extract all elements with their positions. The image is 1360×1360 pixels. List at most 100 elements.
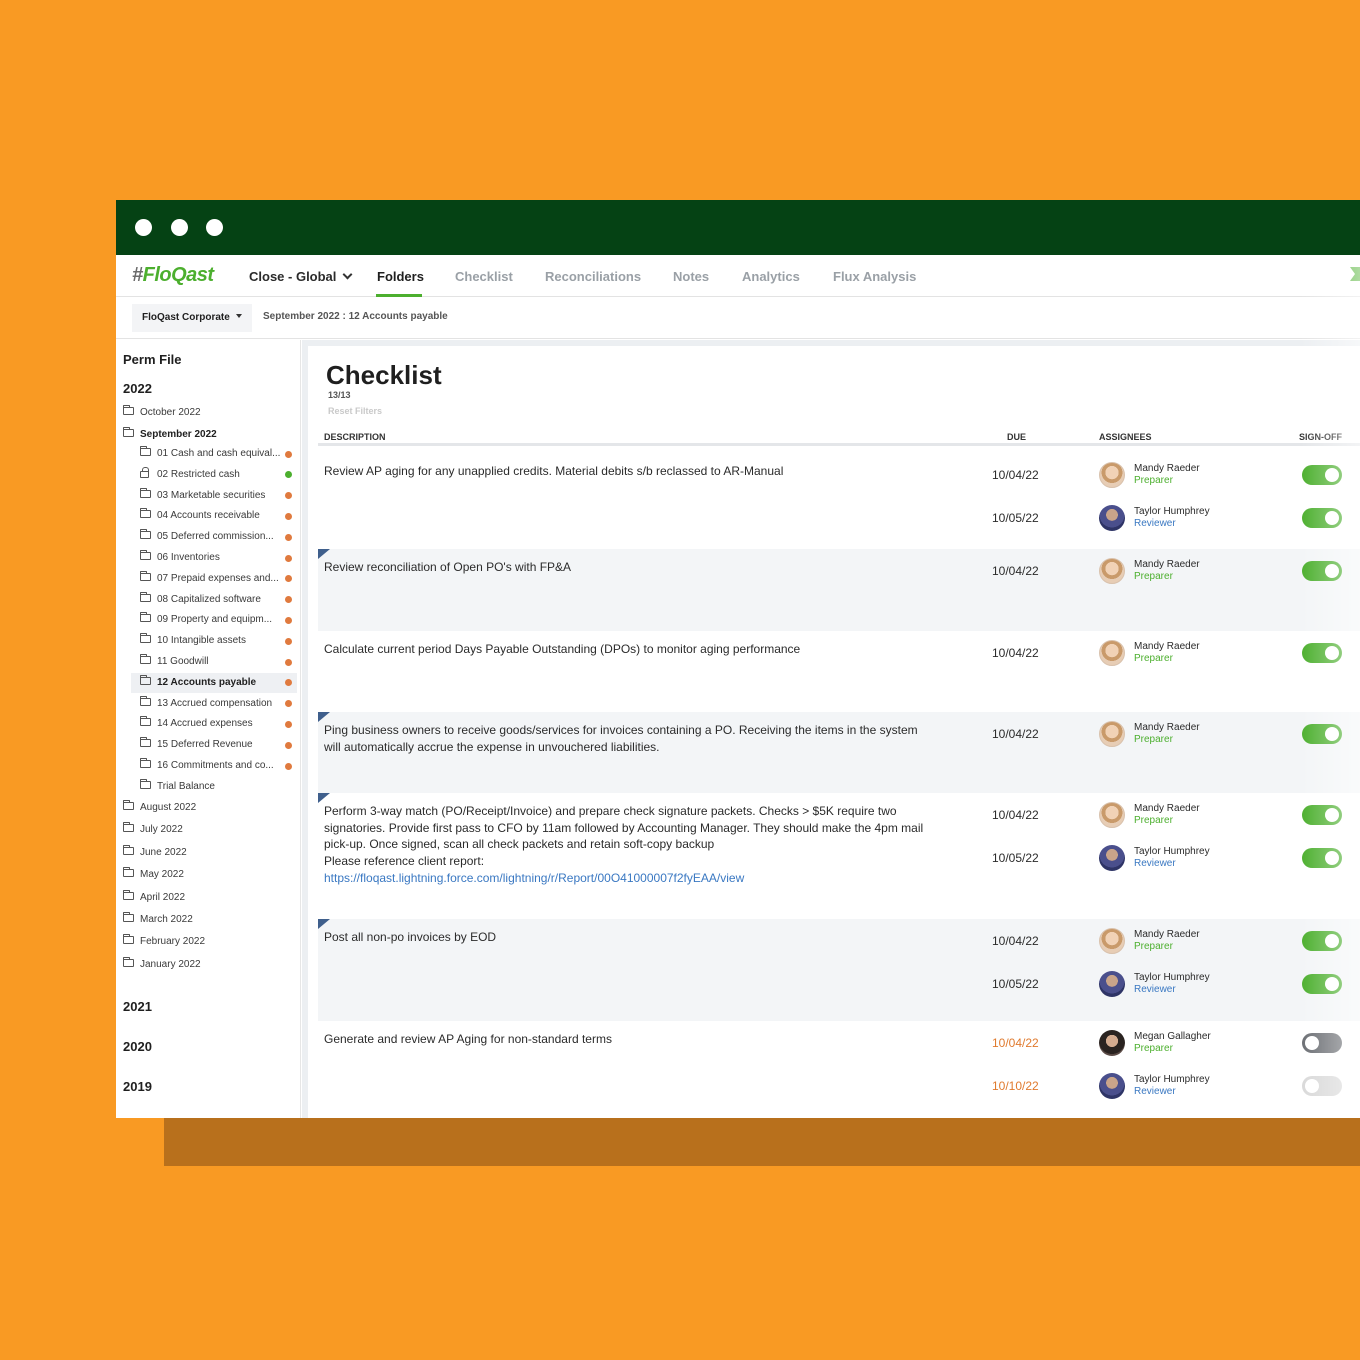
toggle-knob <box>1305 1036 1319 1050</box>
folder-open-icon <box>123 427 134 437</box>
sidebar-folder-item[interactable]: 12 Accounts payable <box>140 674 256 691</box>
year-heading[interactable]: 2019 <box>123 1079 152 1094</box>
assignee-role: Preparer <box>1134 815 1173 826</box>
sidebar-folder-item[interactable]: 02 Restricted cash <box>140 466 240 483</box>
assignee-name: Taylor Humphrey <box>1134 506 1210 517</box>
checklist-row[interactable]: Review AP aging for any unapplied credit… <box>318 453 1360 549</box>
folder-icon <box>123 405 134 415</box>
sidebar-folder-item[interactable]: 09 Property and equipm... <box>140 612 272 628</box>
description-text: Ping business owners to receive goods/se… <box>324 723 918 754</box>
page-title: Checklist <box>326 360 442 390</box>
tab-notes[interactable]: Notes <box>673 269 709 284</box>
folder-icon <box>140 570 151 581</box>
corner-flag-icon <box>318 712 330 722</box>
assignee-name: Mandy Raeder <box>1134 641 1200 652</box>
checklist-row[interactable]: Generate and review AP Aging for non-sta… <box>318 1021 1360 1118</box>
column-header-signoff[interactable]: SIGN-OFF <box>1299 432 1342 442</box>
month-label: February 2022 <box>140 936 206 948</box>
report-link[interactable]: https://floqast.lightning.force.com/ligh… <box>324 871 744 885</box>
month-label: January 2022 <box>140 958 201 970</box>
floqast-logo[interactable]: #FloQast <box>132 264 214 287</box>
sidebar-folder-item[interactable]: 10 Intangible assets <box>140 633 246 649</box>
month-october-2022[interactable]: October 2022 <box>123 405 201 421</box>
signoff-toggle[interactable] <box>1302 1076 1342 1096</box>
sidebar-folder-item[interactable]: 04 Accounts receivable <box>140 508 260 524</box>
year-heading[interactable]: 2021 <box>123 999 152 1014</box>
sidebar-folder-item[interactable]: 14 Accrued expenses <box>140 716 253 732</box>
signoff-toggle[interactable] <box>1302 508 1342 528</box>
checklist-row[interactable]: Calculate current period Days Payable Ou… <box>318 631 1360 712</box>
status-dot <box>285 533 292 541</box>
sidebar-month-item[interactable]: April 2022 <box>123 889 185 906</box>
year-2022[interactable]: 2022 <box>123 381 152 396</box>
checklist-row[interactable]: Post all non-po invoices by EOD 10/04/22 M… <box>318 919 1360 1021</box>
sidebar-month-item[interactable]: January 2022 <box>123 956 201 973</box>
reset-filters-button[interactable]: Reset Filters <box>328 406 382 416</box>
due-date: 10/04/22 <box>992 564 1039 578</box>
assignee-role: Preparer <box>1134 571 1173 582</box>
tab-flux-analysis[interactable]: Flux Analysis <box>833 269 916 284</box>
entity-label: FloQast Corporate <box>142 312 230 323</box>
tab-checklist[interactable]: Checklist <box>455 269 513 284</box>
signoff-toggle[interactable] <box>1302 931 1342 951</box>
toggle-knob <box>1325 851 1339 865</box>
tab-folders[interactable]: Folders <box>377 269 424 284</box>
task-description: Review reconciliation of Open PO's with … <box>324 559 924 576</box>
sidebar-month-item[interactable]: March 2022 <box>123 912 193 928</box>
tab-reconciliations[interactable]: Reconciliations <box>545 269 641 284</box>
status-dot <box>285 554 292 562</box>
sidebar-item-label: 16 Commitments and co... <box>157 760 274 771</box>
month-september-2022[interactable]: September 2022 <box>123 427 217 443</box>
status-dot <box>285 616 292 624</box>
signoff-toggle[interactable] <box>1302 848 1342 868</box>
sidebar-folder-item[interactable]: 13 Accrued compensation <box>140 695 272 712</box>
signoff-toggle[interactable] <box>1302 561 1342 581</box>
description-extra: Please reference client report: <box>324 854 485 869</box>
signoff-toggle[interactable] <box>1302 974 1342 994</box>
tab-analytics[interactable]: Analytics <box>742 269 800 284</box>
column-header-description[interactable]: DESCRIPTION <box>324 432 386 442</box>
sidebar-month-item[interactable]: August 2022 <box>123 800 196 816</box>
task-description: Perform 3-way match (PO/Receipt/Invoice)… <box>324 803 924 887</box>
sidebar-month-item[interactable]: June 2022 <box>123 844 187 861</box>
sidebar-month-item[interactable]: February 2022 <box>123 934 205 950</box>
year-heading[interactable]: 2020 <box>123 1039 152 1054</box>
column-header-assignees[interactable]: ASSIGNEES <box>1099 432 1152 442</box>
perm-file-link[interactable]: Perm File <box>123 352 182 367</box>
status-dot <box>285 700 292 708</box>
sidebar-item-label: 02 Restricted cash <box>157 468 240 480</box>
assignee-role: Preparer <box>1134 941 1173 952</box>
sidebar-folder-item[interactable]: 15 Deferred Revenue <box>140 737 253 753</box>
signoff-toggle[interactable] <box>1302 643 1342 663</box>
sidebar-folder-item[interactable]: 06 Inventories <box>140 550 220 566</box>
folder-icon <box>140 695 151 706</box>
sidebar-month-item[interactable]: May 2022 <box>123 867 184 883</box>
avatar <box>1099 640 1125 666</box>
sidebar-folder-item[interactable]: 08 Capitalized software <box>140 591 261 608</box>
checklist-row[interactable]: Review reconciliation of Open PO's with … <box>318 549 1360 631</box>
column-header-due[interactable]: DUE <box>1007 432 1026 442</box>
entity-selector[interactable]: FloQast Corporate <box>132 304 252 332</box>
lock-icon <box>140 466 149 478</box>
signoff-toggle[interactable] <box>1302 724 1342 744</box>
signoff-toggle[interactable] <box>1302 1033 1342 1053</box>
sidebar-folder-item[interactable]: 01 Cash and cash equival... <box>140 446 280 462</box>
signoff-toggle[interactable] <box>1302 805 1342 825</box>
checklist-row[interactable]: Perform 3-way match (PO/Receipt/Invoice)… <box>318 793 1360 919</box>
signoff-toggle[interactable] <box>1302 465 1342 485</box>
month-label: March 2022 <box>140 914 193 925</box>
folder-icon <box>140 487 151 498</box>
toggle-knob <box>1325 808 1339 822</box>
sidebar-folder-item[interactable]: 03 Marketable securities <box>140 487 265 504</box>
status-dot <box>285 741 292 749</box>
status-dot <box>285 637 292 645</box>
sidebar-month-item[interactable]: July 2022 <box>123 822 183 838</box>
sidebar-folder-item[interactable]: 05 Deferred commission... <box>140 529 274 545</box>
sidebar-folder-item[interactable]: 07 Prepaid expenses and... <box>140 570 279 587</box>
checklist-row[interactable]: Ping business owners to receive goods/se… <box>318 712 1360 793</box>
sidebar-folder-item[interactable]: 16 Commitments and co... <box>140 758 274 774</box>
sidebar-folder-item[interactable]: Trial Balance <box>140 778 215 795</box>
flag-icon[interactable] <box>1350 267 1360 281</box>
close-selector[interactable]: Close - Global <box>249 269 353 284</box>
sidebar-folder-item[interactable]: 11 Goodwill <box>140 654 209 670</box>
